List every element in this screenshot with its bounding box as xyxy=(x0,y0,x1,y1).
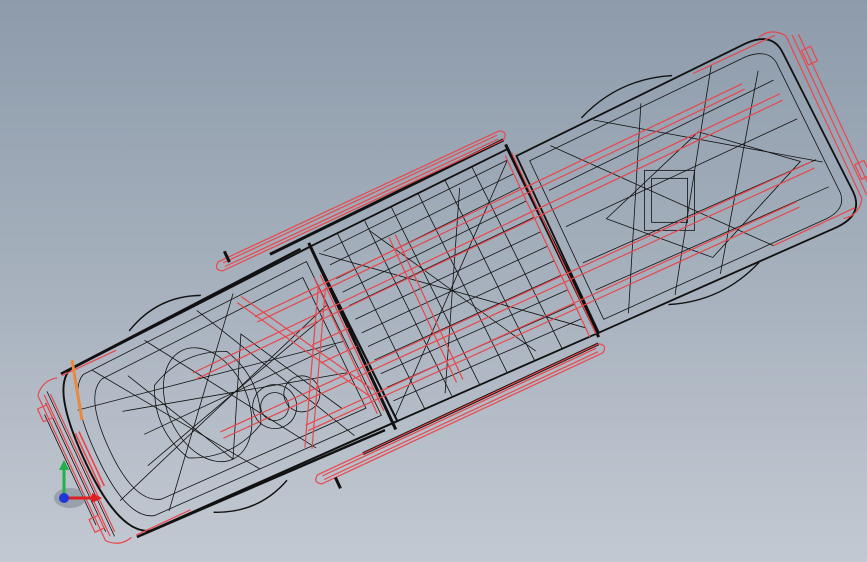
z-axis-icon xyxy=(59,493,69,503)
axis-triad-icon xyxy=(54,460,102,508)
body-wireframe xyxy=(44,38,858,539)
y-axis-arrow-icon xyxy=(59,460,69,470)
x-axis-arrow-icon xyxy=(92,493,102,503)
vehicle-chassis-wireframe-icon[interactable] xyxy=(0,0,867,562)
3d-viewport[interactable] xyxy=(0,0,867,562)
